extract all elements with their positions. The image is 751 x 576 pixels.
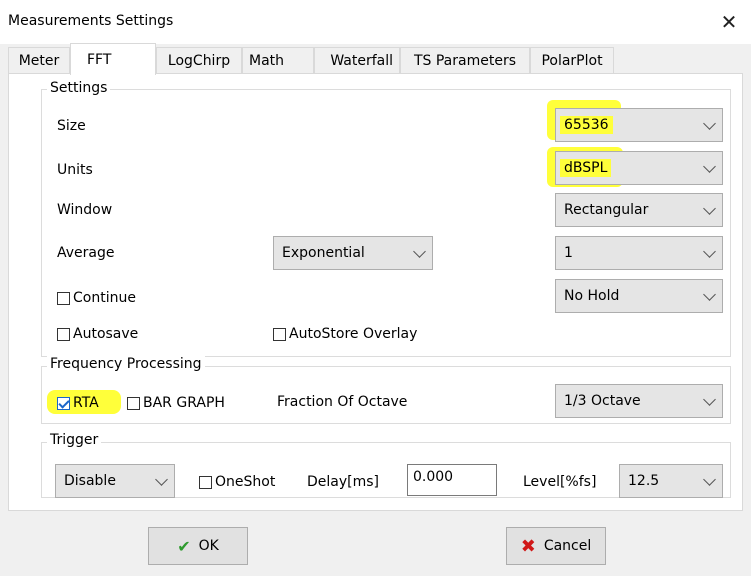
checkbox-box (273, 327, 286, 341)
tab-fft[interactable]: FFT (70, 43, 156, 75)
chevron-down-icon (155, 473, 168, 486)
checkbox-box (57, 327, 70, 341)
close-icon[interactable]: ✕ (715, 8, 743, 36)
size-value: 65536 (560, 116, 613, 134)
level-value: 12.5 (628, 473, 660, 489)
window-select[interactable]: Rectangular (555, 193, 723, 227)
window-label: Window (57, 202, 113, 218)
trigger-mode-select[interactable]: Disable (55, 464, 175, 498)
checkbox-box (199, 475, 212, 489)
average-type-select[interactable]: Exponential (273, 236, 433, 270)
hold-value: No Hold (564, 288, 620, 304)
tab-math[interactable]: Math (242, 47, 314, 73)
tab-label: Waterfall (330, 52, 393, 69)
average-type-value: Exponential (282, 245, 365, 261)
bar-graph-label: BAR GRAPH (143, 395, 225, 411)
size-select[interactable]: 65536 (555, 108, 723, 142)
chevron-down-icon (703, 160, 716, 173)
tab-polarplot[interactable]: PolarPlot (530, 47, 614, 73)
window-value: Rectangular (564, 202, 649, 218)
continue-checkbox[interactable]: Continue (57, 290, 136, 306)
oneshot-checkbox[interactable]: OneShot (199, 474, 275, 490)
average-count-select[interactable]: 1 (555, 236, 723, 270)
checkmark-icon: ✔ (177, 536, 191, 556)
chevron-down-icon (703, 473, 716, 486)
delay-value: 0.000 (413, 469, 454, 485)
chevron-down-icon (703, 245, 716, 258)
rta-checkbox[interactable]: RTA (57, 395, 99, 411)
chevron-down-icon (413, 245, 426, 258)
tab-ts-parameters[interactable]: TS Parameters (400, 47, 530, 73)
oneshot-label: OneShot (215, 474, 276, 490)
tab-waterfall[interactable]: Waterfall (314, 47, 400, 73)
chevron-down-icon (703, 288, 716, 301)
tab-label: LogChirp (167, 52, 231, 69)
units-value: dBSPL (560, 159, 612, 177)
cancel-label: Cancel (543, 538, 592, 554)
tab-label: FFT (87, 51, 112, 68)
chevron-down-icon (703, 117, 716, 130)
cancel-x-icon: ✖ (520, 535, 536, 557)
autostore-overlay-checkbox[interactable]: AutoStore Overlay (273, 326, 417, 342)
window-title: Measurements Settings (8, 13, 174, 29)
checkbox-box (57, 291, 70, 305)
cancel-button[interactable]: ✖ Cancel (506, 527, 606, 565)
tab-logchirp[interactable]: LogChirp (156, 47, 242, 73)
bar-graph-checkbox[interactable]: BAR GRAPH (127, 395, 225, 411)
tab-label: Meter (18, 52, 60, 69)
tab-panel: Settings Size 65536 Units dBSPL Window R… (8, 73, 743, 511)
delay-label: Delay[ms] (307, 474, 380, 490)
fraction-select[interactable]: 1/3 Octave (555, 384, 723, 418)
autosave-label: Autosave (73, 326, 139, 342)
level-label: Level[%fs] (523, 474, 597, 490)
trigger-mode-value: Disable (64, 473, 116, 489)
fraction-value: 1/3 Octave (564, 393, 641, 409)
checkbox-box (127, 396, 140, 410)
average-count-value: 1 (564, 245, 573, 261)
units-label: Units (57, 162, 93, 178)
average-label: Average (57, 245, 115, 261)
level-select[interactable]: 12.5 (619, 464, 723, 498)
units-select[interactable]: dBSPL (555, 151, 723, 185)
delay-input[interactable]: 0.000 (407, 464, 497, 496)
autosave-checkbox[interactable]: Autosave (57, 326, 138, 342)
continue-label: Continue (73, 290, 136, 306)
frequency-legend: Frequency Processing (47, 356, 205, 372)
ok-button[interactable]: ✔ OK (148, 527, 248, 565)
chevron-down-icon (703, 202, 716, 215)
tab-label: PolarPlot (541, 52, 603, 69)
ok-label: OK (198, 538, 219, 554)
autostore-label: AutoStore Overlay (289, 326, 418, 342)
tab-label: Math (249, 52, 285, 69)
trigger-legend: Trigger (47, 432, 102, 448)
tab-label: TS Parameters (413, 52, 517, 69)
checkbox-checked-icon (57, 396, 70, 410)
settings-legend: Settings (47, 80, 111, 96)
tab-meter[interactable]: Meter (8, 47, 70, 73)
size-label: Size (57, 118, 86, 134)
rta-label: RTA (73, 395, 99, 411)
hold-select[interactable]: No Hold (555, 279, 723, 313)
chevron-down-icon (703, 393, 716, 406)
fraction-label: Fraction Of Octave (277, 394, 408, 410)
